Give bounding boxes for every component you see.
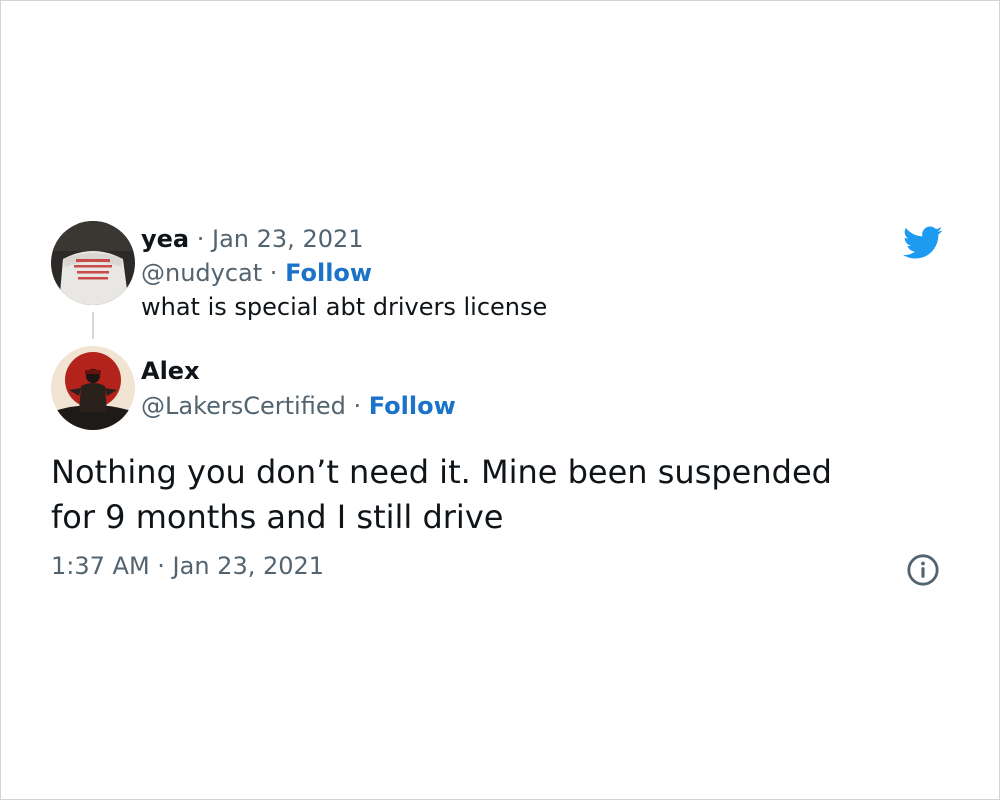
reply-date: Jan 23, 2021 (172, 552, 325, 580)
parent-date[interactable]: Jan 23, 2021 (212, 225, 364, 253)
parent-handle-separator: · (262, 259, 286, 287)
reply-display-name[interactable]: Alex (141, 357, 200, 385)
reply-text-line-2: for 9 months and I still drive (51, 498, 504, 536)
reply-handle-separator: · (345, 392, 369, 420)
reply-text-line-1: Nothing you don’t need it. Mine been sus… (51, 453, 832, 491)
parent-handle-row: @nudycat · Follow (141, 258, 372, 288)
avatar-nudycat[interactable] (51, 221, 135, 305)
info-icon[interactable] (906, 553, 940, 587)
parent-handle[interactable]: @nudycat (141, 259, 262, 287)
reply-timestamp[interactable]: 1:37 AM · Jan 23, 2021 (51, 551, 324, 581)
reply-time-separator: · (149, 552, 173, 580)
parent-header-separator: · (189, 225, 213, 253)
thread-connector-line (92, 312, 94, 339)
reply-tweet-header: Alex (141, 356, 200, 386)
reply-handle[interactable]: @LakersCertified (141, 392, 346, 420)
twitter-bird-icon[interactable] (903, 226, 943, 260)
parent-tweet-header: yea · Jan 23, 2021 (141, 224, 364, 254)
avatar-lakerscertified[interactable] (51, 346, 135, 430)
parent-follow-link[interactable]: Follow (285, 259, 372, 287)
reply-handle-row: @LakersCertified · Follow (141, 391, 456, 421)
reply-tweet-text: Nothing you don’t need it. Mine been sus… (51, 450, 951, 540)
parent-tweet-text: what is special abt drivers license (141, 293, 548, 321)
reply-follow-link[interactable]: Follow (369, 392, 456, 420)
reply-time: 1:37 AM (51, 552, 150, 580)
parent-display-name[interactable]: yea (141, 225, 189, 253)
